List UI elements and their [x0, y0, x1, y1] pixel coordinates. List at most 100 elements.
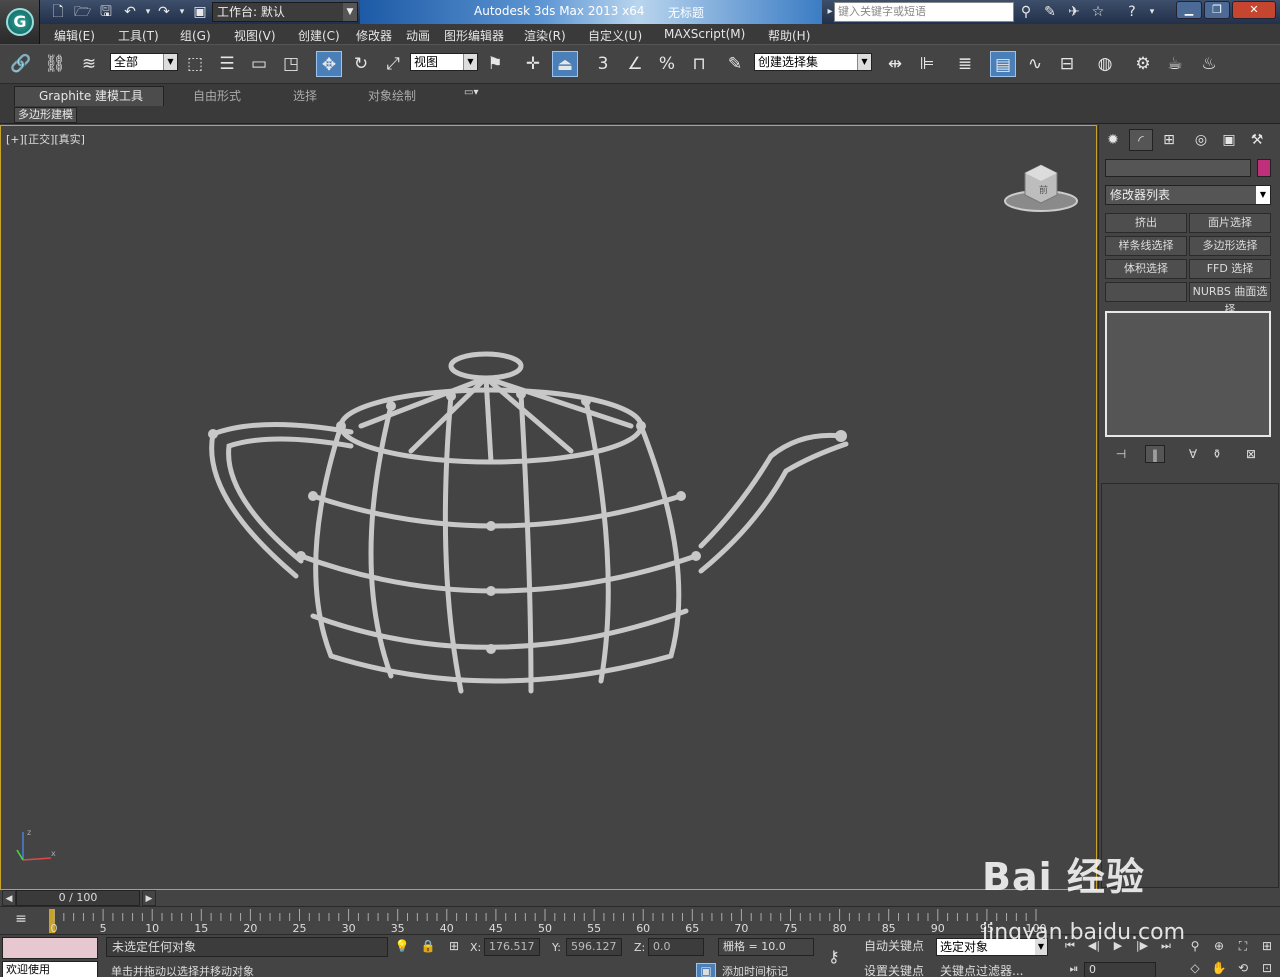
ffd-select-button[interactable]: FFD 选择 — [1189, 259, 1271, 279]
minimize-button[interactable]: ▁ — [1176, 1, 1202, 19]
maximize-viewport-icon[interactable]: ⊡ — [1258, 961, 1276, 977]
app-menu-button[interactable]: G — [0, 0, 40, 44]
named-selection-set-dropdown[interactable]: 创建选择集 ▼ — [754, 53, 872, 71]
next-key-icon[interactable]: |▶ — [1132, 939, 1152, 955]
modifier-list-dropdown[interactable]: 修改器列表 ▼ — [1105, 185, 1271, 205]
maxscript-mini-listener[interactable]: 欢迎使用 MAXScri — [2, 961, 98, 977]
show-end-result-icon[interactable]: ‖ — [1145, 445, 1165, 463]
communication-center-icon[interactable]: ✈ — [1066, 4, 1082, 20]
key-selection-dropdown[interactable]: 选定对象 ▼ — [936, 938, 1048, 956]
menu-maxscript[interactable]: MAXScript(M) — [664, 27, 745, 41]
goto-start-icon[interactable]: ⏮ — [1060, 939, 1080, 955]
patch-select-button[interactable]: 面片选择 — [1189, 213, 1271, 233]
empty-modifier-button[interactable] — [1105, 282, 1187, 302]
undo-icon[interactable]: ↶ — [122, 4, 138, 20]
selection-filter-dropdown[interactable]: 全部 ▼ — [110, 53, 178, 71]
current-frame-field[interactable]: 0 — [1084, 962, 1156, 977]
menu-customize[interactable]: 自定义(U) — [588, 27, 642, 44]
new-file-icon[interactable]: 🗋 — [50, 4, 66, 20]
ribbon-options-icon[interactable]: ▭▾ — [464, 87, 478, 98]
menu-group[interactable]: 组(G) — [180, 27, 211, 44]
mirror-icon[interactable]: ⇹ — [882, 51, 908, 77]
graphite-toggle-icon[interactable]: ▤ — [990, 51, 1016, 77]
select-manipulate-icon[interactable]: ✛ — [520, 51, 546, 77]
time-tag-icon[interactable]: ▣ — [696, 963, 716, 977]
schematic-view-icon[interactable]: ⊟ — [1054, 51, 1080, 77]
teapot-wireframe[interactable] — [201, 346, 861, 706]
modify-tab-icon[interactable]: ◜ — [1129, 129, 1153, 151]
x-coordinate-field[interactable]: 176.517 — [484, 938, 540, 956]
subscription-icon[interactable]: ✎ — [1042, 4, 1058, 20]
poly-select-button[interactable]: 多边形选择 — [1189, 236, 1271, 256]
selection-lock-icon[interactable]: 🔒 — [420, 939, 436, 955]
time-slider-thumb[interactable]: 0 / 100 — [16, 890, 140, 906]
select-object-icon[interactable]: ⬚ — [182, 51, 208, 77]
render-production-icon[interactable]: ♨ — [1196, 51, 1222, 77]
select-by-name-icon[interactable]: ☰ — [214, 51, 240, 77]
absolute-mode-icon[interactable]: ⊞ — [446, 939, 462, 955]
edit-named-selection-icon[interactable]: ✎ — [722, 51, 748, 77]
polygon-modeling-panel[interactable]: 多边形建模 — [14, 107, 77, 123]
configure-modifier-sets-icon[interactable]: ⊠ — [1241, 445, 1261, 463]
object-name-field[interactable] — [1105, 159, 1251, 177]
menu-rendering[interactable]: 渲染(R) — [524, 27, 566, 44]
z-coordinate-field[interactable]: 0.0 — [648, 938, 704, 956]
key-mode-icon[interactable]: ⏯ — [1064, 962, 1084, 977]
project-folder-icon[interactable]: ▣ — [192, 4, 208, 20]
material-editor-icon[interactable]: ◍ — [1092, 51, 1118, 77]
zoom-extents-all-icon[interactable]: ⊞ — [1258, 939, 1276, 955]
utilities-tab-icon[interactable]: ⚒ — [1245, 129, 1269, 151]
modifier-stack[interactable] — [1105, 311, 1271, 437]
menu-create[interactable]: 创建(C) — [298, 27, 340, 44]
remove-modifier-icon[interactable]: ⚱ — [1207, 445, 1227, 463]
display-tab-icon[interactable]: ▣ — [1217, 129, 1241, 151]
menu-help[interactable]: 帮助(H) — [768, 27, 810, 44]
zoom-all-icon[interactable]: ⊕ — [1210, 939, 1228, 955]
menu-view[interactable]: 视图(V) — [234, 27, 276, 44]
key-filters-button[interactable]: 关键点过滤器... — [940, 962, 1056, 977]
set-key-button[interactable]: 设置关键点 — [864, 962, 934, 977]
select-and-scale-icon[interactable]: ⤢ — [380, 51, 406, 77]
select-and-rotate-icon[interactable]: ↻ — [348, 51, 374, 77]
field-of-view-icon[interactable]: ◇ — [1186, 961, 1204, 977]
select-and-link-icon[interactable]: 🔗 — [8, 51, 34, 77]
tab-object-paint[interactable]: 对象绘制 — [368, 87, 416, 104]
y-coordinate-field[interactable]: 596.127 — [566, 938, 622, 956]
snaps-toggle-icon[interactable]: 3 — [590, 51, 616, 77]
search-input[interactable]: 键入关键字或短语 — [834, 2, 1014, 22]
previous-frame-icon[interactable]: ◀ — [2, 890, 16, 906]
tab-freeform[interactable]: 自由形式 — [193, 87, 241, 104]
isolate-selection-icon[interactable]: 💡 — [394, 939, 410, 955]
binoculars-icon[interactable]: ⚲ — [1018, 4, 1034, 20]
redo-dropdown-icon[interactable]: ▾ — [174, 4, 190, 20]
play-icon[interactable]: ▶ — [1108, 939, 1128, 955]
window-crossing-icon[interactable]: ◳ — [278, 51, 304, 77]
open-file-icon[interactable]: 🗁 — [74, 4, 91, 20]
previous-key-icon[interactable]: ◀| — [1084, 939, 1104, 955]
make-unique-icon[interactable]: ∀ — [1183, 445, 1203, 463]
percent-snap-icon[interactable]: % — [654, 51, 680, 77]
extrude-button[interactable]: 挤出 — [1105, 213, 1187, 233]
viewport-label[interactable]: [+][正交][真实] — [6, 131, 85, 147]
zoom-icon[interactable]: ⚲ — [1186, 939, 1204, 955]
save-icon[interactable]: 🖫 — [98, 4, 114, 20]
keyboard-shortcut-override-icon[interactable]: ⏏ — [552, 51, 578, 77]
menu-modifiers[interactable]: 修改器 — [356, 27, 392, 44]
vol-select-button[interactable]: 体积选择 — [1105, 259, 1187, 279]
perspective-viewport[interactable]: [+][正交][真实] 前 z x — [0, 125, 1097, 890]
rectangular-selection-icon[interactable]: ▭ — [246, 51, 272, 77]
nurbs-surface-select-button[interactable]: NURBS 曲面选择 — [1189, 282, 1271, 316]
layer-manager-icon[interactable]: ≣ — [952, 51, 978, 77]
align-icon[interactable]: ⊫ — [914, 51, 940, 77]
spline-select-button[interactable]: 样条线选择 — [1105, 236, 1187, 256]
object-color-swatch[interactable] — [1257, 159, 1271, 177]
reference-coordinate-dropdown[interactable]: 视图 ▼ — [410, 53, 478, 71]
restore-button[interactable]: ❐ — [1204, 1, 1230, 19]
bind-space-warp-icon[interactable]: ≋ — [76, 51, 102, 77]
tab-selection[interactable]: 选择 — [293, 87, 317, 104]
tab-graphite-modeling[interactable]: Graphite 建模工具 — [14, 86, 164, 106]
help-dropdown-icon[interactable]: ▾ — [1144, 4, 1160, 20]
viewcube[interactable]: 前 — [1001, 161, 1081, 213]
pin-stack-icon[interactable]: ⊣ — [1111, 445, 1131, 463]
pivot-center-icon[interactable]: ⚑ — [482, 51, 508, 77]
